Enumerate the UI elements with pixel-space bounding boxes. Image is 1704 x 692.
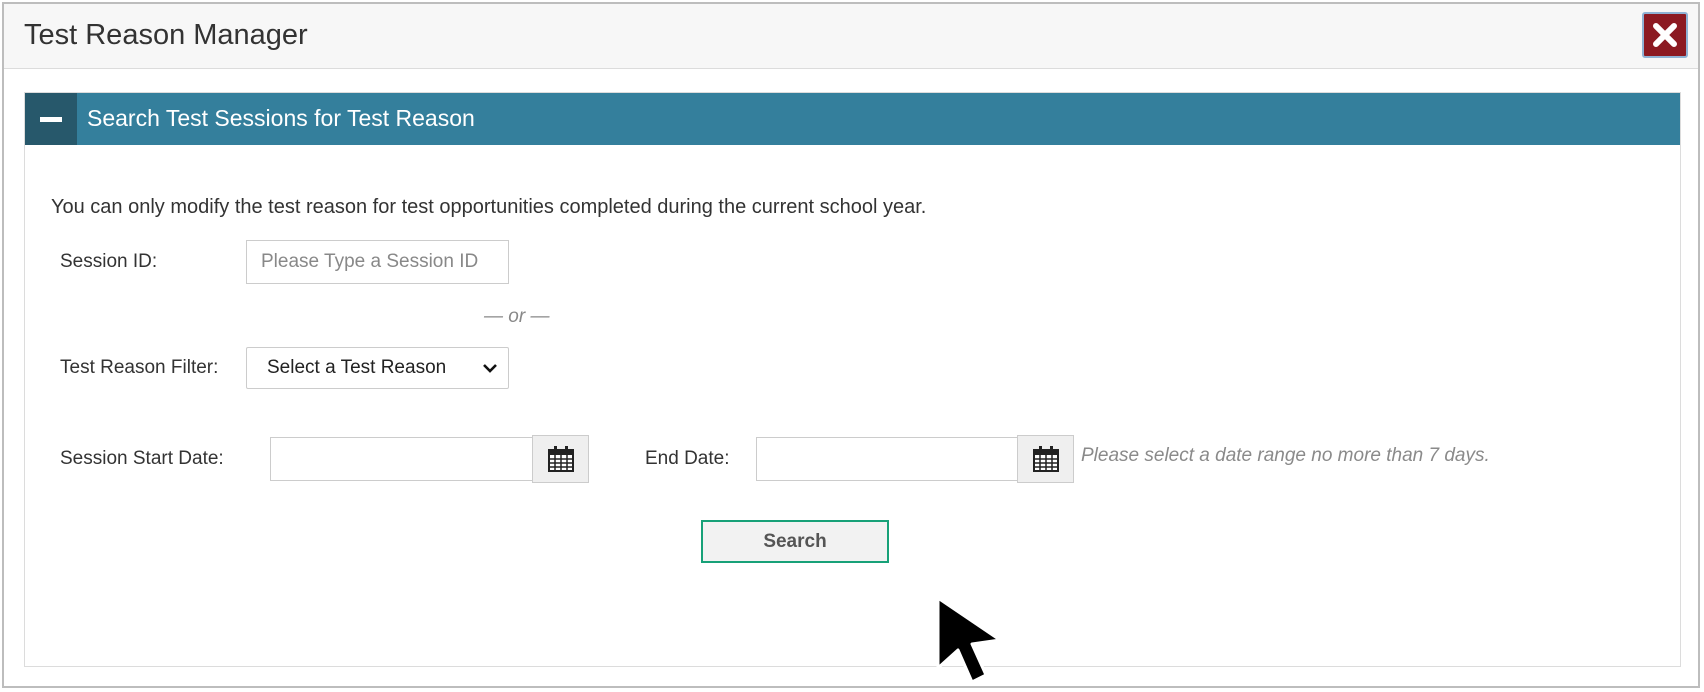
modal-title: Test Reason Manager xyxy=(24,19,308,51)
calendar-icon xyxy=(547,446,574,472)
start-date-calendar-button[interactable] xyxy=(532,435,589,483)
test-reason-label: Test Reason Filter: xyxy=(60,357,219,378)
search-panel: Search Test Sessions for Test Reason You… xyxy=(24,92,1681,667)
session-id-input[interactable] xyxy=(246,240,509,284)
modal-header: Test Reason Manager xyxy=(4,4,1698,69)
collapse-button[interactable] xyxy=(25,93,77,145)
panel-title: Search Test Sessions for Test Reason xyxy=(87,105,475,131)
close-x-icon xyxy=(1653,23,1677,47)
mouse-pointer-icon xyxy=(936,596,1002,684)
end-date-label: End Date: xyxy=(645,448,730,469)
test-reason-select[interactable]: Select a Test Reason xyxy=(246,347,509,389)
calendar-icon xyxy=(1032,446,1059,472)
end-date-input[interactable] xyxy=(756,437,1019,481)
start-date-label: Session Start Date: xyxy=(60,448,224,469)
end-date-calendar-button[interactable] xyxy=(1017,435,1074,483)
search-button[interactable]: Search xyxy=(701,520,889,563)
panel-header[interactable]: Search Test Sessions for Test Reason xyxy=(25,93,1680,145)
start-date-input[interactable] xyxy=(270,437,533,481)
notice-text: You can only modify the test reason for … xyxy=(51,196,927,218)
chevron-down-icon xyxy=(483,364,497,373)
session-id-label: Session ID: xyxy=(60,251,158,272)
date-range-hint: Please select a date range no more than … xyxy=(1081,445,1490,466)
minus-icon xyxy=(40,116,62,122)
close-button[interactable] xyxy=(1642,12,1688,58)
or-separator: — or — xyxy=(484,306,550,327)
test-reason-selected-value: Select a Test Reason xyxy=(267,357,447,378)
test-reason-manager-modal: Test Reason Manager Search Test Sessions… xyxy=(2,2,1700,688)
